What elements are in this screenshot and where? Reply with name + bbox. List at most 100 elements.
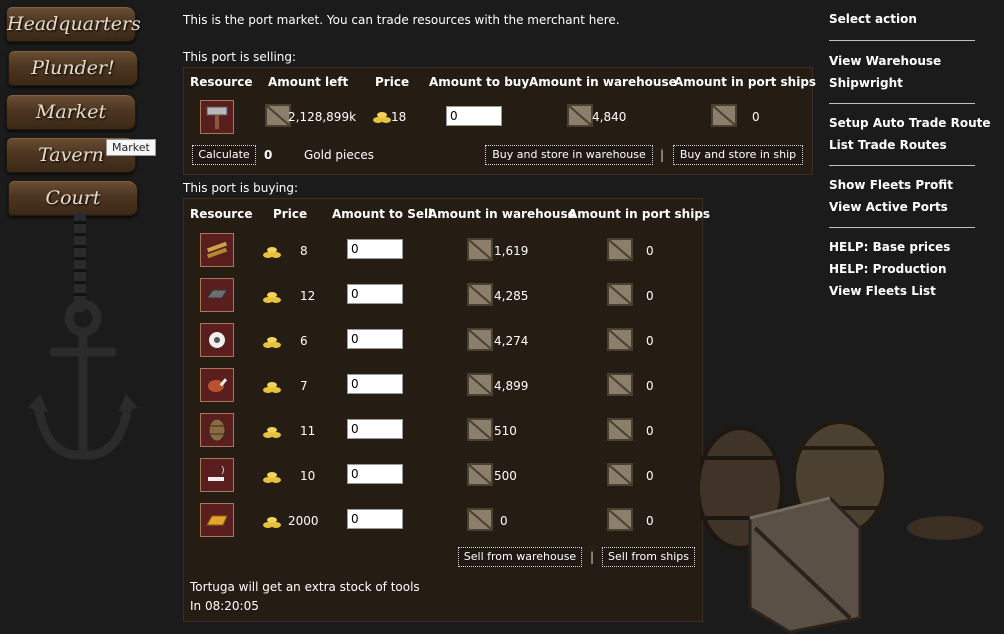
header-price: Price	[375, 75, 410, 89]
view-fleets-list-link[interactable]: View Fleets List	[829, 284, 936, 298]
setup-auto-trade-route-link[interactable]: Setup Auto Trade Route	[829, 116, 991, 130]
meat-icon	[200, 368, 234, 402]
header-amount-port-ships: Amount in port ships	[674, 75, 817, 89]
nav-market[interactable]: Market	[6, 94, 136, 130]
crate-icon	[607, 461, 633, 490]
warehouse-value: 500	[494, 469, 517, 483]
crate-icon	[607, 506, 633, 535]
gold-coins-icon	[373, 112, 391, 123]
amount-to-sell-input[interactable]	[347, 419, 403, 439]
gold-coins-icon	[262, 245, 282, 262]
buying-title: This port is buying:	[183, 181, 299, 195]
crate-icon	[711, 104, 737, 127]
gold-coins-icon	[262, 515, 282, 532]
gold-total: 0	[264, 148, 273, 162]
port-ships-value: 0	[646, 334, 654, 348]
help-production-link[interactable]: HELP: Production	[829, 262, 947, 276]
sell-from-ships-button[interactable]: Sell from ships	[602, 547, 695, 567]
warehouse-value: 4,285	[494, 289, 529, 303]
barrels-decoration	[700, 420, 983, 634]
main-navigation: Headquarters Plunder! Market Tavern Cour…	[0, 0, 180, 634]
amount-left-value: 2,128,899k	[288, 110, 357, 124]
tobacco-icon	[200, 458, 234, 492]
port-ships-value: 0	[646, 469, 654, 483]
tools-icon	[200, 100, 234, 134]
shipwright-link[interactable]: Shipwright	[829, 76, 903, 90]
price-value: 18	[391, 110, 407, 124]
port-ships-value: 0	[646, 379, 654, 393]
crate-icon	[467, 281, 493, 310]
amount-to-sell-input[interactable]	[347, 374, 403, 394]
amount-to-sell-input[interactable]	[347, 464, 403, 484]
divider	[829, 165, 975, 166]
buying-panel: Resource Price Amount to Sell Amount in …	[183, 198, 710, 622]
warehouse-value: 0	[500, 514, 508, 528]
crate-icon	[607, 236, 633, 265]
help-base-prices-link[interactable]: HELP: Base prices	[829, 240, 950, 254]
buy-store-ship-button[interactable]: Buy and store in ship	[673, 145, 803, 165]
list-trade-routes-link[interactable]: List Trade Routes	[829, 138, 947, 152]
amount-to-sell-input[interactable]	[347, 509, 403, 529]
crate-icon	[607, 326, 633, 355]
nav-tooltip: Market	[106, 139, 156, 156]
gold-coins-icon	[262, 425, 282, 442]
anchor-icon	[28, 299, 138, 460]
sell-from-warehouse-button[interactable]: Sell from warehouse	[458, 547, 582, 567]
crate-icon	[467, 506, 493, 535]
iron-ingot-icon	[200, 278, 234, 312]
view-warehouse-link[interactable]: View Warehouse	[829, 54, 941, 68]
calculate-button[interactable]: Calculate	[192, 145, 256, 165]
header-resource: Resource	[190, 207, 253, 221]
header-resource: Resource	[190, 75, 253, 89]
barrel-icon	[200, 413, 234, 447]
stock-notice: Tortuga will get an extra stock of tools	[190, 580, 420, 594]
nav-court[interactable]: Court	[8, 180, 138, 216]
gold-coins-icon	[262, 335, 282, 352]
crate-icon	[467, 236, 493, 265]
action-menu-header: Select action	[829, 12, 917, 26]
price-value: 11	[300, 424, 316, 438]
show-fleets-profit-link[interactable]: Show Fleets Profit	[829, 178, 953, 192]
price-value: 7	[300, 379, 308, 393]
view-active-ports-link[interactable]: View Active Ports	[829, 200, 948, 214]
warehouse-value: 4,274	[494, 334, 529, 348]
gold-bar-icon	[200, 503, 234, 537]
divider	[829, 227, 975, 228]
warehouse-value: 1,619	[494, 244, 529, 258]
port-ships-value: 0	[752, 110, 760, 124]
header-amount-to-buy: Amount to buy	[429, 75, 530, 89]
header-amount-port-ships: Amount in port ships	[568, 207, 711, 221]
port-ships-value: 0	[646, 424, 654, 438]
crate-icon	[607, 281, 633, 310]
selling-panel: Resource Amount left Price Amount to buy…	[183, 67, 817, 175]
nav-headquarters[interactable]: Headquarters	[6, 6, 141, 42]
gold-label: Gold pieces	[304, 148, 374, 162]
divider	[829, 40, 975, 41]
intro-text: This is the port market. You can trade r…	[183, 13, 620, 27]
header-amount-warehouse: Amount in warehouse	[529, 75, 677, 89]
crate-icon	[607, 371, 633, 400]
divider	[829, 103, 975, 104]
warehouse-value: 510	[494, 424, 517, 438]
crate-icon	[467, 461, 493, 490]
nav-plunder[interactable]: Plunder!	[8, 50, 138, 86]
crate-icon	[467, 371, 493, 400]
crate-icon	[467, 326, 493, 355]
port-ships-value: 0	[646, 514, 654, 528]
price-value: 10	[300, 469, 316, 483]
price-value: 8	[300, 244, 308, 258]
amount-to-sell-input[interactable]	[347, 329, 403, 349]
gold-coins-icon	[262, 290, 282, 307]
crate-icon	[467, 416, 493, 445]
amount-to-buy-input[interactable]	[446, 106, 502, 126]
port-ships-value: 0	[646, 244, 654, 258]
header-amount-to-sell: Amount to Sell	[332, 207, 433, 221]
selling-title: This port is selling:	[183, 50, 297, 64]
crate-icon	[567, 104, 593, 127]
amount-to-sell-input[interactable]	[347, 284, 403, 304]
header-amount-warehouse: Amount in warehouse	[428, 207, 576, 221]
buy-store-warehouse-button[interactable]: Buy and store in warehouse	[485, 145, 653, 165]
amount-to-sell-input[interactable]	[347, 239, 403, 259]
price-value: 2000	[288, 514, 319, 528]
port-ships-value: 0	[646, 289, 654, 303]
